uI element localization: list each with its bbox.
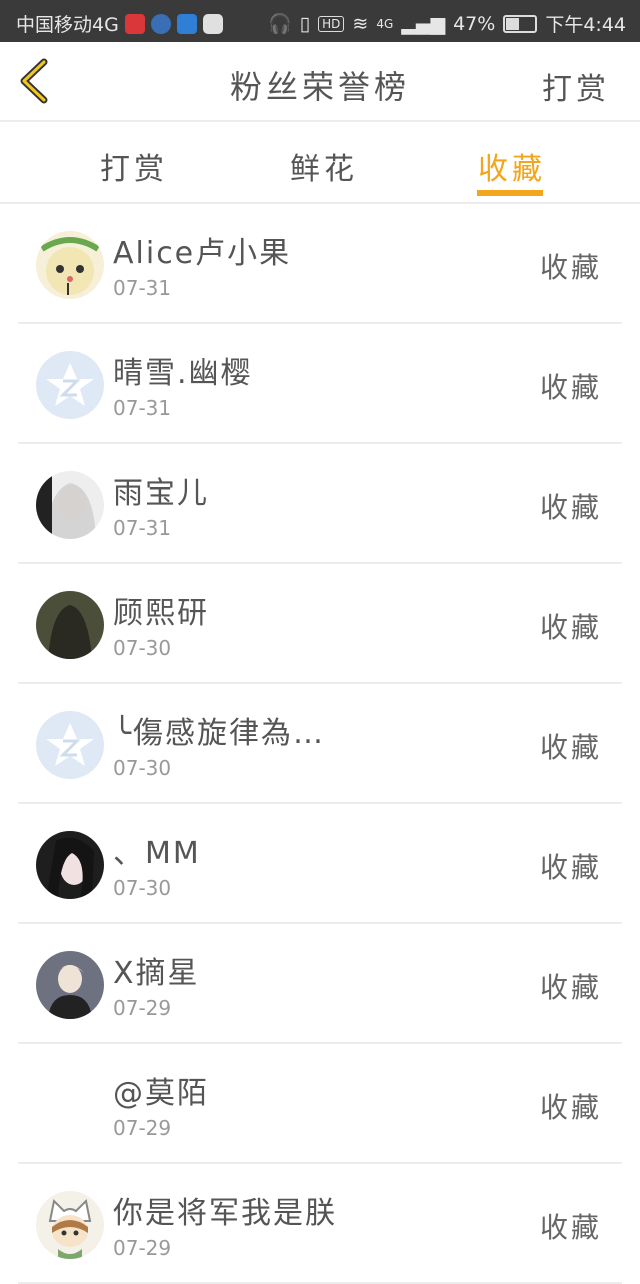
signal-icon: ▂▄▆: [401, 12, 446, 35]
list-item[interactable]: 雨宝儿 07-31 收藏: [18, 444, 622, 564]
fan-date: 07-31: [113, 276, 172, 300]
fan-name: 雨宝儿: [113, 476, 209, 511]
avatar[interactable]: [36, 231, 104, 299]
photo-avatar: [36, 471, 104, 539]
favorite-label: 收藏: [539, 851, 602, 884]
favorite-label: 收藏: [539, 371, 602, 404]
app-icon: [202, 13, 223, 34]
list-item[interactable]: ╰傷感旋律為… 07-30 收藏: [18, 684, 622, 804]
avatar[interactable]: [36, 1191, 104, 1259]
list-item[interactable]: 晴雪.幽樱 07-31 收藏: [18, 324, 622, 444]
fan-name: @莫陌: [113, 1076, 209, 1111]
network-type: 4G: [376, 16, 394, 31]
status-right: 🎧 ▯ HD ≋ 4G ▂▄▆ 47% 下午4:44: [268, 10, 626, 37]
active-tab-indicator: [477, 190, 543, 196]
photo-avatar: [36, 831, 104, 899]
status-left: 中国移动4G: [16, 10, 223, 37]
avatar[interactable]: [36, 831, 104, 899]
favorite-label: 收藏: [539, 1091, 602, 1124]
avatar[interactable]: [36, 951, 104, 1019]
photo-avatar: [36, 951, 104, 1019]
status-bar: 中国移动4G 🎧 ▯ HD ≋ 4G ▂▄▆ 47% 下午4:44: [0, 0, 640, 42]
avatar[interactable]: [36, 711, 104, 779]
shield-icon: [176, 13, 197, 34]
fan-date: 07-30: [113, 636, 172, 660]
fan-list: Alice卢小果 07-31 收藏 晴雪.幽樱 07-31 收藏 雨宝儿 07-…: [0, 204, 640, 1284]
avatar[interactable]: [36, 471, 104, 539]
fan-date: 07-31: [113, 396, 172, 420]
favorite-label: 收藏: [539, 491, 602, 524]
favorite-label: 收藏: [539, 611, 602, 644]
favorite-label: 收藏: [539, 731, 602, 764]
fan-name: 晴雪.幽樱: [113, 356, 253, 391]
default-star-avatar: [36, 351, 104, 419]
avatar[interactable]: [36, 1071, 104, 1139]
vibrate-icon: ▯: [299, 12, 311, 35]
fan-date: 07-31: [113, 516, 172, 540]
avatar[interactable]: [36, 591, 104, 659]
phone-app-icon: [150, 13, 171, 34]
list-item[interactable]: 你是将军我是朕 07-29 收藏: [18, 1164, 622, 1284]
battery-fill: [506, 17, 519, 30]
fan-date: 07-29: [113, 1116, 172, 1140]
favorite-label: 收藏: [539, 251, 602, 284]
avatar[interactable]: [36, 351, 104, 419]
fan-name: 、MM: [113, 836, 201, 871]
tab-favorites[interactable]: 收藏: [478, 144, 546, 188]
carrier-label: 中国移动4G: [16, 14, 119, 36]
cartoon-cat-hat-avatar: [36, 1191, 104, 1259]
favorite-label: 收藏: [539, 971, 602, 1004]
photo-avatar: [36, 591, 104, 659]
hd-icon: HD: [318, 15, 345, 32]
list-item[interactable]: @莫陌 07-29 收藏: [18, 1044, 622, 1164]
list-item[interactable]: 、MM 07-30 收藏: [18, 804, 622, 924]
app-header: 粉丝荣誉榜 打赏: [0, 42, 640, 122]
cartoon-girl-avatar: [36, 231, 104, 299]
headphones-icon: 🎧: [267, 13, 292, 35]
fan-date: 07-29: [113, 996, 172, 1020]
fan-name: 你是将军我是朕: [113, 1196, 337, 1231]
mic-icon: [124, 13, 145, 34]
fan-date: 07-30: [113, 756, 172, 780]
wifi-icon: ≋: [352, 12, 369, 35]
favorite-label: 收藏: [539, 1211, 602, 1244]
fan-date: 07-30: [113, 876, 172, 900]
reward-button[interactable]: 打赏: [542, 64, 610, 108]
list-item[interactable]: X摘星 07-29 收藏: [18, 924, 622, 1044]
default-star-avatar: [36, 711, 104, 779]
tab-bar: 打赏 鲜花 收藏: [0, 122, 640, 204]
battery-percent: 47%: [453, 12, 496, 35]
list-item[interactable]: 顾熙研 07-30 收藏: [18, 564, 622, 684]
battery-icon: [503, 14, 538, 33]
fan-name: 顾熙研: [113, 596, 209, 631]
clock: 下午4:44: [545, 14, 626, 36]
fan-name: Alice卢小果: [113, 236, 292, 271]
tab-flowers[interactable]: 鲜花: [290, 144, 358, 188]
tab-reward[interactable]: 打赏: [100, 144, 168, 188]
fan-name: X摘星: [113, 956, 200, 991]
list-item[interactable]: Alice卢小果 07-31 收藏: [18, 204, 622, 324]
fan-date: 07-29: [113, 1236, 172, 1260]
fan-name: ╰傷感旋律為…: [113, 716, 326, 751]
